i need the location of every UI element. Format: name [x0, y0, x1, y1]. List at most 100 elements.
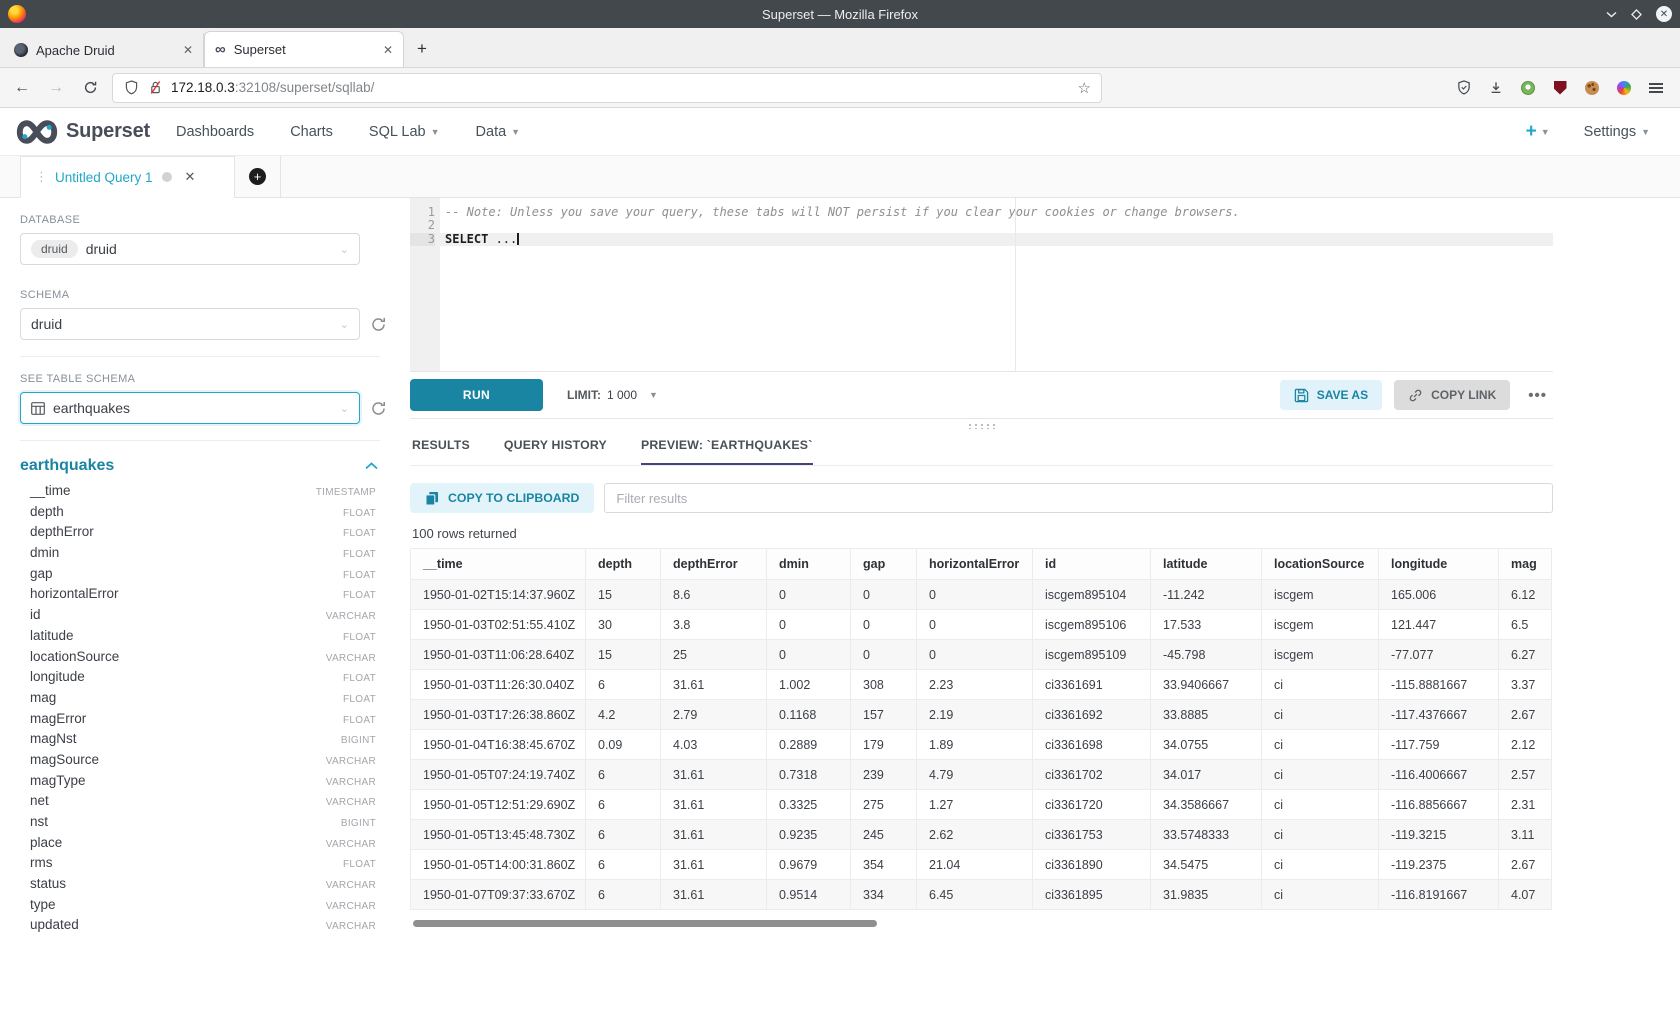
- column-name: magType: [30, 773, 86, 788]
- tab-preview-earthquakes[interactable]: PREVIEW: `EARTHQUAKES`: [641, 438, 813, 465]
- new-tab-button[interactable]: +: [408, 35, 436, 63]
- column-header[interactable]: depth: [586, 549, 661, 580]
- extension-snowflake-icon[interactable]: [1616, 80, 1632, 96]
- add-query-tab-button[interactable]: +: [235, 156, 281, 197]
- table-select[interactable]: earthquakes ⌄: [20, 392, 360, 424]
- window-close-button[interactable]: ✕: [1656, 6, 1672, 22]
- table-cell: 0: [767, 640, 851, 670]
- nav-data[interactable]: Data▼: [476, 124, 521, 140]
- table-cell: 1950-01-05T13:45:48.730Z: [411, 820, 586, 850]
- table-cell: 21.04: [917, 850, 1033, 880]
- pocket-shield-icon[interactable]: [1456, 80, 1472, 96]
- table-cell: 2.12: [1499, 730, 1552, 760]
- save-as-button[interactable]: SAVE AS: [1280, 380, 1382, 410]
- copy-link-button[interactable]: COPY LINK: [1394, 380, 1510, 410]
- forward-button[interactable]: →: [44, 76, 68, 100]
- drag-grip-icon[interactable]: ⋮: [35, 169, 46, 185]
- column-header[interactable]: longitude: [1379, 549, 1499, 580]
- schema-column: depthErrorFLOAT: [0, 524, 400, 545]
- settings-menu[interactable]: Settings▼: [1584, 124, 1650, 140]
- table-row: 1950-01-03T02:51:55.410Z303.8000iscgem89…: [411, 610, 1552, 640]
- query-tab[interactable]: ⋮ Untitled Query 1 ✕: [20, 156, 235, 198]
- table-cell: 33.9406667: [1151, 670, 1262, 700]
- query-tab-strip: ⋮ Untitled Query 1 ✕ +: [0, 156, 1680, 198]
- table-cell: 8.6: [661, 580, 767, 610]
- query-tab-close-icon[interactable]: ✕: [185, 169, 196, 185]
- ghostery-extension-icon[interactable]: [1520, 80, 1536, 96]
- schema-column: depthFLOAT: [0, 504, 400, 525]
- sql-comment: -- Note: Unless you save your query, the…: [445, 205, 1240, 219]
- pane-resize-handle[interactable]: [410, 419, 1553, 432]
- schema-table-name[interactable]: earthquakes: [20, 457, 114, 475]
- browser-tab-druid[interactable]: Apache Druid ✕: [4, 33, 204, 67]
- window-maximize-button[interactable]: [1631, 9, 1642, 20]
- column-type: VARCHAR: [326, 901, 376, 912]
- run-button[interactable]: RUN: [410, 379, 543, 411]
- column-header[interactable]: locationSource: [1262, 549, 1379, 580]
- back-button[interactable]: ←: [10, 76, 34, 100]
- downloads-icon[interactable]: [1488, 80, 1504, 96]
- browser-tab-superset[interactable]: ∞ Superset ✕: [204, 31, 404, 67]
- add-new-button[interactable]: +▼: [1526, 121, 1550, 143]
- schema-select[interactable]: druid ⌄: [20, 308, 360, 340]
- database-select[interactable]: druid druid ⌄: [20, 233, 360, 265]
- table-cell: ci: [1262, 790, 1379, 820]
- column-type: VARCHAR: [326, 777, 376, 788]
- column-header[interactable]: horizontalError: [917, 549, 1033, 580]
- refresh-schema-icon[interactable]: [370, 316, 387, 333]
- column-name: magSource: [30, 752, 99, 767]
- table-cell: 2.79: [661, 700, 767, 730]
- superset-logo[interactable]: Superset: [16, 119, 150, 145]
- table-row: 1950-01-05T13:45:48.730Z631.610.92352452…: [411, 820, 1552, 850]
- tab-close-icon[interactable]: ✕: [183, 43, 193, 57]
- cookie-extension-icon[interactable]: [1584, 80, 1600, 96]
- column-header[interactable]: depthError: [661, 549, 767, 580]
- horizontal-scrollbar[interactable]: [410, 920, 1553, 927]
- nav-dashboards[interactable]: Dashboards: [176, 124, 254, 140]
- column-type: FLOAT: [343, 570, 376, 581]
- table-cell: 179: [851, 730, 917, 760]
- more-options-icon[interactable]: •••: [1522, 387, 1553, 404]
- table-cell: 1950-01-05T14:00:31.860Z: [411, 850, 586, 880]
- menu-hamburger-icon[interactable]: [1648, 80, 1664, 96]
- filter-results-input[interactable]: [604, 483, 1553, 513]
- limit-dropdown[interactable]: LIMIT: 1 000 ▼: [567, 388, 658, 402]
- column-header[interactable]: mag: [1499, 549, 1552, 580]
- nav-sql-lab[interactable]: SQL Lab▼: [369, 124, 440, 140]
- table-cell: 6: [586, 670, 661, 700]
- column-type: TIMESTAMP: [316, 487, 376, 498]
- column-name: magError: [30, 711, 86, 726]
- table-cell: 34.0755: [1151, 730, 1262, 760]
- table-schema-label: SEE TABLE SCHEMA: [20, 373, 380, 385]
- copy-to-clipboard-button[interactable]: COPY TO CLIPBOARD: [410, 483, 594, 513]
- bookmark-star-icon[interactable]: ☆: [1078, 79, 1091, 97]
- column-header[interactable]: latitude: [1151, 549, 1262, 580]
- tab-results[interactable]: RESULTS: [412, 438, 470, 465]
- tracking-shield-icon[interactable]: [123, 80, 139, 96]
- save-icon: [1294, 388, 1309, 403]
- ublock-extension-icon[interactable]: [1552, 80, 1568, 96]
- query-tab-label: Untitled Query 1: [55, 170, 153, 185]
- table-cell: 2.31: [1499, 790, 1552, 820]
- nav-charts[interactable]: Charts: [290, 124, 333, 140]
- schema-column: longitudeFLOAT: [0, 669, 400, 690]
- collapse-chevron-up-icon[interactable]: [365, 462, 378, 470]
- refresh-tables-icon[interactable]: [370, 400, 387, 417]
- tab-query-history[interactable]: QUERY HISTORY: [504, 438, 607, 465]
- column-type: FLOAT: [343, 528, 376, 539]
- table-cell: iscgem: [1262, 580, 1379, 610]
- reload-button[interactable]: [78, 76, 102, 100]
- tab-close-icon[interactable]: ✕: [383, 43, 393, 57]
- schema-column: netVARCHAR: [0, 793, 400, 814]
- column-type: BIGINT: [341, 818, 376, 829]
- column-header[interactable]: __time: [411, 549, 586, 580]
- insecure-lock-icon[interactable]: [147, 80, 163, 96]
- column-header[interactable]: id: [1033, 549, 1151, 580]
- column-header[interactable]: gap: [851, 549, 917, 580]
- sql-editor[interactable]: 1 2 3 -- Note: Unless you save your quer…: [410, 198, 1553, 371]
- column-header[interactable]: dmin: [767, 549, 851, 580]
- column-type: VARCHAR: [326, 756, 376, 767]
- scrollbar-thumb[interactable]: [413, 920, 877, 927]
- window-minimize-button[interactable]: [1606, 11, 1617, 18]
- url-bar[interactable]: 172.18.0.3:32108/superset/sqllab/ ☆: [112, 73, 1102, 103]
